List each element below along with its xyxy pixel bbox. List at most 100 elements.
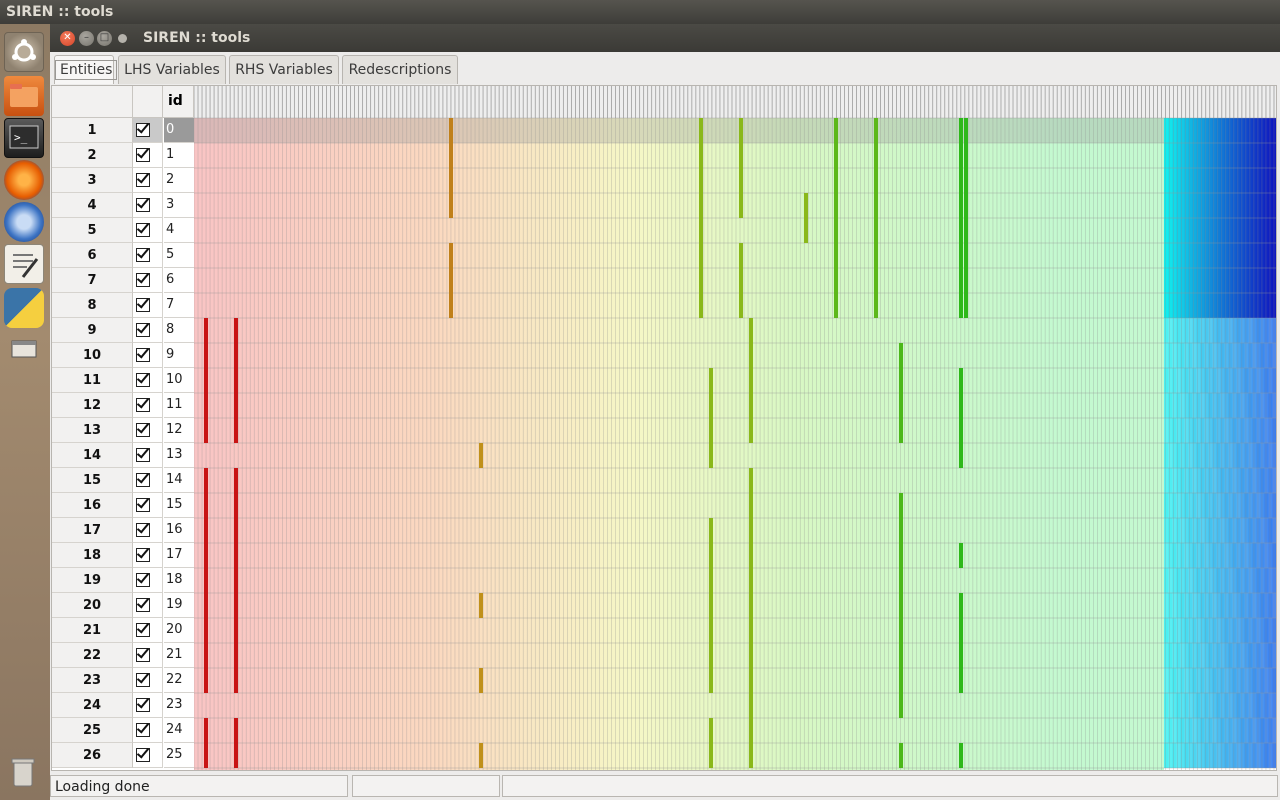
- close-button[interactable]: ✕: [60, 31, 75, 46]
- row-header[interactable]: 6: [52, 243, 133, 268]
- row-checkbox[interactable]: [136, 598, 150, 612]
- row-checkbox[interactable]: [136, 473, 150, 487]
- row-checkbox[interactable]: [136, 248, 150, 262]
- heatmap-set-cell: [709, 568, 713, 593]
- heatmap-set-cell: [899, 618, 903, 643]
- row-header[interactable]: 12: [52, 393, 133, 418]
- row-header[interactable]: 16: [52, 493, 133, 518]
- heatmap-set-cell: [709, 518, 713, 543]
- row-checkbox[interactable]: [136, 148, 150, 162]
- window-button[interactable]: [4, 330, 44, 370]
- row-checkbox[interactable]: [136, 623, 150, 637]
- heatmap-set-cell: [449, 118, 453, 143]
- thunderbird-button[interactable]: [4, 202, 44, 242]
- row-checkbox[interactable]: [136, 373, 150, 387]
- row-header[interactable]: 5: [52, 218, 133, 243]
- heatmap-set-cell: [899, 393, 903, 418]
- row-checkbox[interactable]: [136, 698, 150, 712]
- row-header[interactable]: 13: [52, 418, 133, 443]
- dash-button[interactable]: [4, 32, 44, 72]
- row-header[interactable]: 7: [52, 268, 133, 293]
- maximize-button[interactable]: □: [97, 31, 112, 46]
- row-header[interactable]: 20: [52, 593, 133, 618]
- heatmap-set-cell: [449, 143, 453, 168]
- row-checkbox[interactable]: [136, 573, 150, 587]
- heatmap-set-cell: [959, 418, 963, 443]
- heatmap-set-cell: [234, 418, 238, 443]
- row-checkbox[interactable]: [136, 723, 150, 737]
- selected-row-highlight: [194, 118, 1164, 143]
- entity-heatmap[interactable]: [194, 86, 1277, 771]
- row-checkbox[interactable]: [136, 298, 150, 312]
- window-title: SIREN :: tools: [143, 30, 251, 46]
- row-header[interactable]: 10: [52, 343, 133, 368]
- heatmap-set-cell: [204, 318, 208, 343]
- window-menu-button[interactable]: [118, 34, 127, 43]
- row-checkbox[interactable]: [136, 323, 150, 337]
- row-header[interactable]: 2: [52, 143, 133, 168]
- heatmap-set-cell: [874, 143, 878, 168]
- heatmap-set-cell: [479, 593, 483, 618]
- heatmap-set-cell: [964, 118, 968, 143]
- heatmap-set-cell: [234, 543, 238, 568]
- heatmap-set-cell: [234, 643, 238, 668]
- row-header[interactable]: 4: [52, 193, 133, 218]
- firefox-button[interactable]: [4, 160, 44, 200]
- row-header[interactable]: 26: [52, 743, 133, 768]
- entities-grid[interactable]: id 1 0 2 1 3 2 4 3 5 4 6 5 7 6 8 7 9 8 10 9 11 10 12 11 13 12 14 13…: [51, 85, 1277, 771]
- row-header[interactable]: 14: [52, 443, 133, 468]
- checkbox-column-header[interactable]: [133, 86, 163, 118]
- heatmap-set-cell: [204, 468, 208, 493]
- text-editor-button[interactable]: [4, 244, 44, 284]
- row-header[interactable]: 24: [52, 693, 133, 718]
- row-header[interactable]: 18: [52, 543, 133, 568]
- row-header[interactable]: 23: [52, 668, 133, 693]
- row-header[interactable]: 9: [52, 318, 133, 343]
- row-checkbox[interactable]: [136, 648, 150, 662]
- row-checkbox[interactable]: [136, 523, 150, 537]
- heatmap-set-cell: [709, 368, 713, 393]
- row-checkbox[interactable]: [136, 748, 150, 762]
- row-checkbox[interactable]: [136, 123, 150, 137]
- heatmap-set-cell: [804, 218, 808, 243]
- id-column-header[interactable]: id: [163, 86, 194, 118]
- row-header[interactable]: 1: [52, 118, 133, 143]
- row-header[interactable]: 25: [52, 718, 133, 743]
- row-checkbox[interactable]: [136, 223, 150, 237]
- system-top-bar: SIREN :: tools: [0, 0, 1280, 24]
- tab-entities[interactable]: Entities: [54, 55, 118, 84]
- row-header[interactable]: 8: [52, 293, 133, 318]
- heatmap-set-cell: [204, 668, 208, 693]
- row-header[interactable]: 22: [52, 643, 133, 668]
- system-title: SIREN :: tools: [6, 4, 114, 20]
- tab-redescriptions[interactable]: Redescriptions: [342, 55, 458, 84]
- heatmap-set-cell: [204, 418, 208, 443]
- row-checkbox[interactable]: [136, 673, 150, 687]
- row-checkbox[interactable]: [136, 198, 150, 212]
- heatmap-set-cell: [749, 568, 753, 593]
- minimize-button[interactable]: –: [79, 31, 94, 46]
- row-checkbox[interactable]: [136, 273, 150, 287]
- row-header[interactable]: 21: [52, 618, 133, 643]
- row-header[interactable]: 15: [52, 468, 133, 493]
- row-header[interactable]: 3: [52, 168, 133, 193]
- row-header[interactable]: 19: [52, 568, 133, 593]
- python-button[interactable]: [4, 288, 44, 328]
- row-checkbox[interactable]: [136, 498, 150, 512]
- row-checkbox[interactable]: [136, 398, 150, 412]
- heatmap-set-cell: [834, 268, 838, 293]
- files-button[interactable]: [4, 76, 44, 116]
- terminal-button[interactable]: >_: [4, 118, 44, 158]
- heatmap-set-cell: [804, 193, 808, 218]
- row-checkbox[interactable]: [136, 448, 150, 462]
- heatmap-set-cell: [479, 743, 483, 768]
- row-checkbox[interactable]: [136, 173, 150, 187]
- row-checkbox[interactable]: [136, 548, 150, 562]
- row-header[interactable]: 11: [52, 368, 133, 393]
- row-checkbox[interactable]: [136, 423, 150, 437]
- row-checkbox[interactable]: [136, 348, 150, 362]
- trash-button[interactable]: [4, 752, 44, 792]
- tab-lhs-variables[interactable]: LHS Variables: [118, 55, 226, 84]
- row-header[interactable]: 17: [52, 518, 133, 543]
- tab-rhs-variables[interactable]: RHS Variables: [229, 55, 339, 84]
